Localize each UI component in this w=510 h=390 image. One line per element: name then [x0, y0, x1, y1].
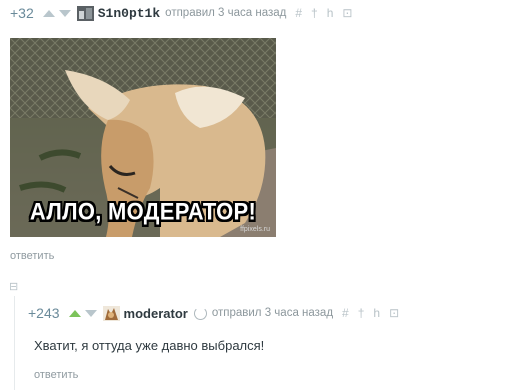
dagger-icon[interactable]: †	[358, 306, 365, 320]
comment-score: +243	[28, 305, 60, 321]
dagger-icon[interactable]: †	[311, 6, 318, 20]
avatar[interactable]	[76, 5, 94, 21]
upvote-icon[interactable]	[68, 309, 81, 317]
save-icon[interactable]: ⊡	[342, 6, 352, 20]
h-icon[interactable]: h	[327, 6, 334, 20]
comment-timestamp: отправил 3 часа назад	[211, 307, 334, 319]
downvote-icon[interactable]	[84, 309, 97, 317]
avatar[interactable]	[102, 305, 120, 321]
comment-score: +32	[10, 5, 34, 21]
reply-link[interactable]: ответить	[34, 369, 78, 381]
collapse-toggle-icon[interactable]: ⊟	[9, 280, 18, 293]
comment-text: Хватит, я оттуда уже давно выбрался!	[34, 338, 265, 353]
comment-image[interactable]: АЛЛО, МОДЕРАТОР! ffpixels.ru	[10, 38, 276, 237]
downvote-icon[interactable]	[58, 9, 71, 17]
image-watermark: ffpixels.ru	[240, 226, 270, 233]
reply-link[interactable]: ответить	[10, 250, 54, 262]
save-icon[interactable]: ⊡	[389, 306, 399, 320]
comment-header: +32 S1n0pt1k отправил 3 часа назад # † h…	[10, 5, 352, 21]
h-icon[interactable]: h	[373, 306, 380, 320]
username-link[interactable]: moderator	[124, 306, 188, 321]
image-caption: АЛЛО, МОДЕРАТОР!	[29, 197, 257, 226]
loading-icon	[193, 306, 207, 320]
username-link[interactable]: S1n0pt1k	[98, 6, 160, 21]
thread-line	[14, 296, 15, 390]
comment-timestamp: отправил 3 часа назад	[165, 7, 287, 19]
upvote-icon[interactable]	[42, 9, 55, 17]
permalink-icon[interactable]: #	[295, 6, 302, 20]
reply-comment-header: +243 moderator отправил 3 часа назад # †…	[28, 305, 399, 321]
permalink-icon[interactable]: #	[342, 306, 349, 320]
